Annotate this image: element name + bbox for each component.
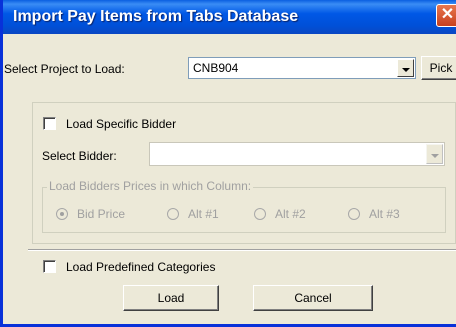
close-icon: ✕ <box>440 6 455 23</box>
load-specific-bidder-label: Load Specific Bidder <box>66 117 177 131</box>
prices-column-label: Load Bidders Prices in which Column: <box>47 179 254 193</box>
radio-alt-3[interactable] <box>348 208 360 220</box>
radio-alt-1-label: Alt #1 <box>188 207 219 221</box>
separator <box>28 249 456 251</box>
radio-alt-2-label: Alt #2 <box>275 207 306 221</box>
radio-alt-3-label: Alt #3 <box>369 207 400 221</box>
load-categories-checkbox[interactable] <box>43 260 56 273</box>
pick-button[interactable]: Pick <box>421 56 456 80</box>
window-title: Import Pay Items from Tabs Database <box>13 8 299 25</box>
chevron-down-icon <box>402 68 410 72</box>
load-button[interactable]: Load <box>123 285 219 311</box>
select-bidder-label: Select Bidder: <box>42 149 117 163</box>
dialog-window: Import Pay Items from Tabs Database ✕ Se… <box>0 0 456 327</box>
radio-bid-price[interactable] <box>56 208 68 220</box>
cancel-button[interactable]: Cancel <box>253 285 373 311</box>
radio-selected-dot <box>60 212 64 216</box>
select-project-label: Select Project to Load: <box>4 62 125 76</box>
bidder-dropdown-button[interactable] <box>426 144 443 164</box>
project-dropdown-button[interactable] <box>397 59 414 77</box>
radio-alt-2[interactable] <box>254 208 266 220</box>
chevron-down-icon <box>431 154 439 158</box>
project-dropdown[interactable]: CNB904 <box>188 57 416 79</box>
project-value: CNB904 <box>193 61 239 75</box>
load-specific-bidder-checkbox[interactable] <box>43 117 56 130</box>
close-button[interactable]: ✕ <box>436 4 456 27</box>
bidder-dropdown[interactable] <box>149 142 445 166</box>
radio-alt-1[interactable] <box>167 208 179 220</box>
load-categories-label: Load Predefined Categories <box>66 260 216 274</box>
title-bar[interactable]: Import Pay Items from Tabs Database ✕ <box>3 0 456 34</box>
radio-bid-price-label: Bid Price <box>77 207 126 221</box>
